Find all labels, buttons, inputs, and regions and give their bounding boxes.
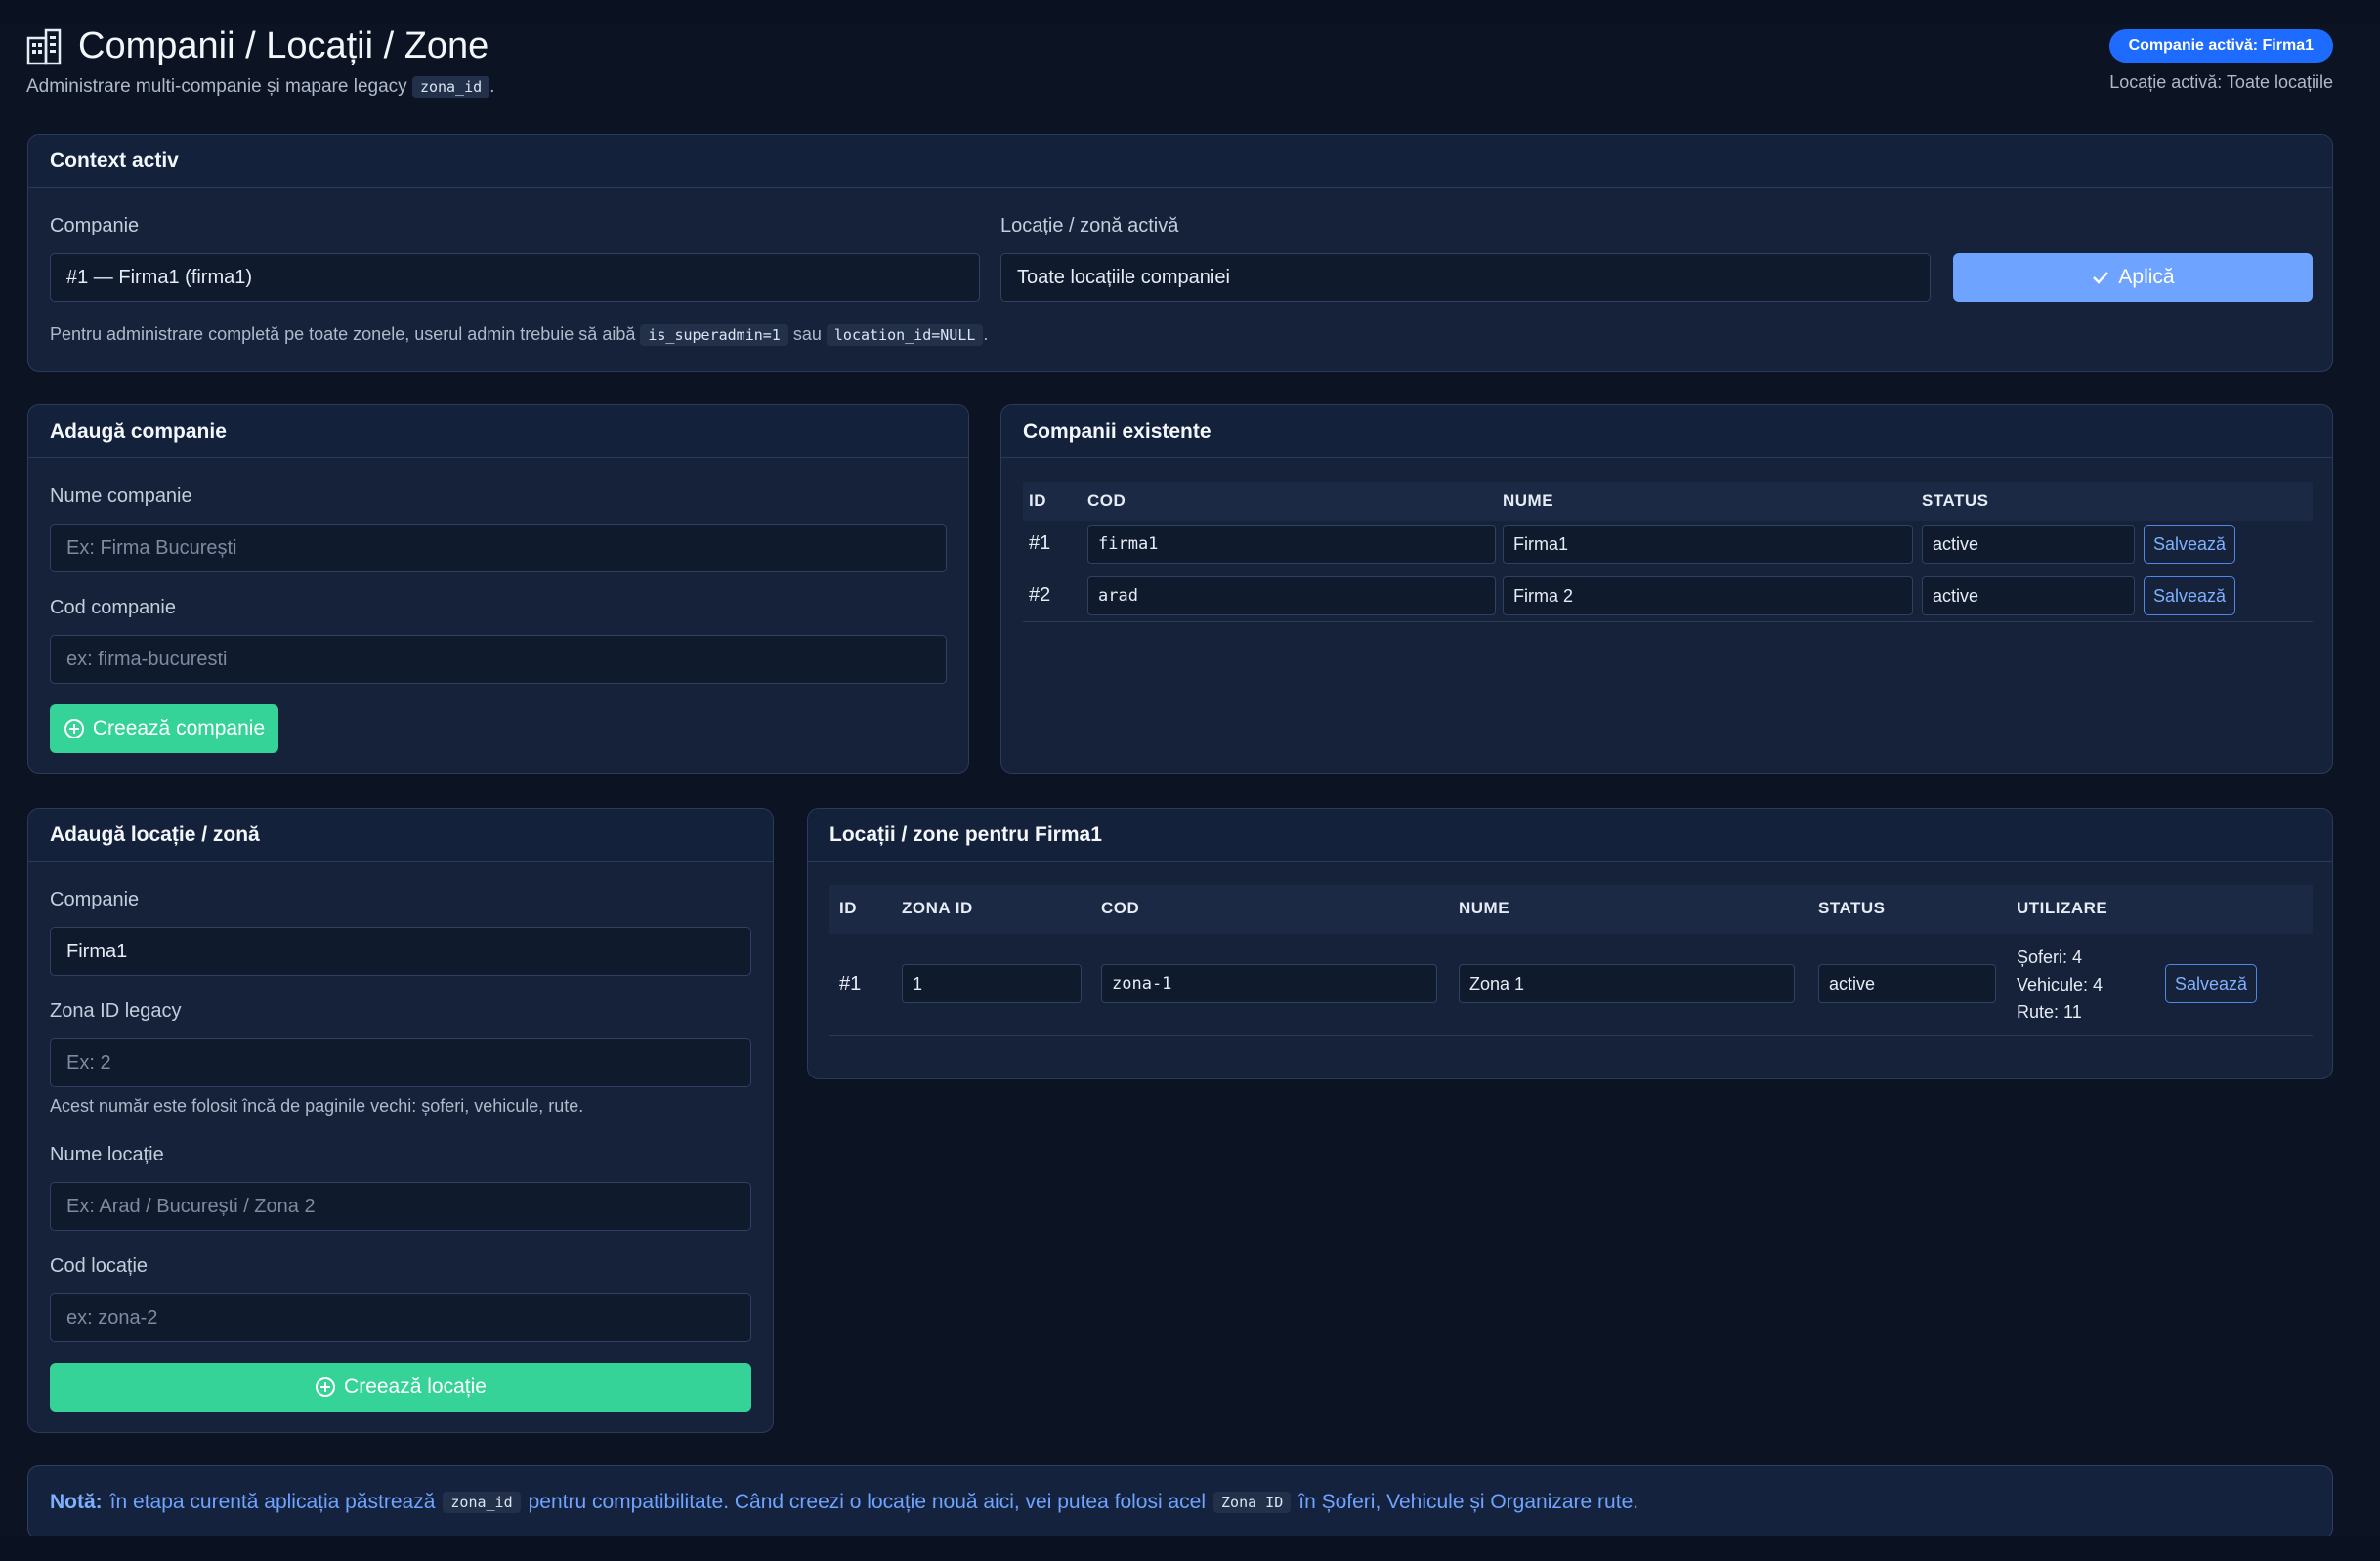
bottom-frame: [0, 1536, 2380, 1561]
companies-title: Companii existente: [1001, 405, 2332, 458]
location-usage: Șoferi: 4 Vehicule: 4 Rute: 11: [2017, 944, 2103, 1026]
companies-card: Companii existente ID COD NUME STATUS #1…: [1000, 404, 2333, 774]
company-nume-input[interactable]: Firma 2: [1503, 576, 1913, 615]
create-company-button[interactable]: Creează companie: [50, 704, 278, 753]
create-location-label: Creează locație: [344, 1375, 487, 1398]
usage-drivers: Șoferi: 4: [2017, 948, 2083, 967]
check-icon: [2093, 272, 2109, 284]
company-save-button[interactable]: Salvează: [2144, 576, 2235, 615]
company-name-label: Nume companie: [50, 485, 192, 507]
top-frame: [0, 0, 2380, 23]
create-location-button[interactable]: Creează locație: [50, 1363, 751, 1412]
location-code-label: Cod locație: [50, 1255, 149, 1277]
subtitle-text: Administrare multi-companie și mapare le…: [26, 76, 407, 97]
col-status: STATUS: [1922, 491, 1989, 510]
company-id: #1: [1029, 532, 1051, 554]
location-company-select[interactable]: Firma1: [50, 927, 751, 976]
note-text-1: în etapa curentă aplicația păstrează: [109, 1491, 436, 1513]
col-zona-id: ZONA ID: [902, 899, 973, 917]
location-cod-input[interactable]: zona-1: [1101, 964, 1437, 1003]
subtitle-code: zona_id: [411, 76, 490, 98]
building-icon: [26, 28, 62, 64]
company-name-input[interactable]: Ex: Firma București: [50, 524, 947, 572]
company-status-input[interactable]: active: [1922, 525, 2135, 564]
active-company-badge: Companie activă: Firma1: [2108, 29, 2333, 63]
hint-mid: sau: [792, 324, 822, 344]
context-location-label: Locație / zonă activă: [1000, 215, 1179, 236]
companies-table-header: ID COD NUME STATUS: [1023, 482, 2313, 521]
usage-vehicles: Vehicule: 4: [2017, 975, 2104, 994]
location-name-label: Nume locație: [50, 1144, 164, 1165]
context-location-select[interactable]: Toate locațiile companiei: [1000, 253, 1931, 302]
plus-circle-icon: [64, 719, 84, 738]
col-nume: NUME: [1459, 899, 1510, 917]
hint-text: Pentru administrare completă pe toate zo…: [50, 324, 636, 344]
page: Companii / Locații / Zone Administrare m…: [0, 0, 2380, 1561]
create-company-label: Creează companie: [92, 717, 266, 739]
context-company-label: Companie: [50, 215, 140, 236]
apply-button[interactable]: Aplică: [1953, 253, 2313, 302]
apply-label: Aplică: [2118, 266, 2175, 288]
col-cod: COD: [1087, 491, 1126, 510]
hint-code-location: location_id=NULL: [826, 324, 984, 346]
locations-table-header: ID ZONA ID COD NUME STATUS UTILIZARE: [829, 885, 2313, 934]
location-code-input[interactable]: ex: zona-2: [50, 1293, 751, 1342]
note-text-3: în Șoferi, Vehicule și Organizare rute.: [1298, 1491, 1639, 1513]
page-title: Companii / Locații / Zone: [25, 25, 489, 67]
locations-card: Locații / zone pentru Firma1 ID ZONA ID …: [807, 808, 2333, 1079]
context-card-title: Context activ: [28, 135, 2332, 188]
zona-id-label: Zona ID legacy: [50, 1000, 182, 1022]
location-status-input[interactable]: active: [1818, 964, 1996, 1003]
col-cod: COD: [1101, 899, 1140, 917]
company-cod-input[interactable]: arad: [1087, 576, 1496, 615]
col-utilizare: UTILIZARE: [2017, 899, 2108, 917]
add-company-title: Adaugă companie: [28, 405, 968, 458]
col-nume: NUME: [1503, 491, 1554, 510]
location-nume-input[interactable]: Zona 1: [1459, 964, 1795, 1003]
context-card: Context activ Companie #1 — Firma1 (firm…: [27, 134, 2333, 372]
company-code-input[interactable]: ex: firma-bucuresti: [50, 635, 947, 684]
note-code-zona-id: Zona ID: [1213, 1492, 1292, 1513]
col-id: ID: [1029, 491, 1046, 510]
add-location-card: Adaugă locație / zonă Companie Firma1 Zo…: [27, 808, 774, 1433]
location-save-button[interactable]: Salvează: [2165, 964, 2257, 1003]
add-location-title: Adaugă locație / zonă: [28, 809, 773, 862]
plus-circle-icon: [316, 1377, 336, 1397]
active-location-text: Locație activă: Toate locațiile: [2109, 72, 2333, 92]
hint-suffix: .: [983, 324, 989, 344]
note-code-zona: zona_id: [443, 1492, 521, 1513]
location-name-input[interactable]: Ex: Arad / București / Zona 2: [50, 1182, 751, 1231]
location-zona-id-input[interactable]: 1: [902, 964, 1082, 1003]
row-divider: [829, 1035, 2313, 1036]
location-company-label: Companie: [50, 889, 140, 910]
add-company-card: Adaugă companie Nume companie Ex: Firma …: [27, 404, 969, 774]
zona-id-input[interactable]: Ex: 2: [50, 1038, 751, 1087]
col-status: STATUS: [1818, 899, 1886, 917]
company-status-input[interactable]: active: [1922, 576, 2135, 615]
company-cod-input[interactable]: firma1: [1087, 525, 1496, 564]
company-save-button[interactable]: Salvează: [2144, 525, 2235, 564]
context-company-select[interactable]: #1 — Firma1 (firma1): [50, 253, 980, 302]
company-code-label: Cod companie: [50, 597, 176, 618]
page-title-text: Companii / Locații / Zone: [78, 25, 489, 66]
page-subtitle: Administrare multi-companie și mapare le…: [26, 76, 494, 98]
locations-title: Locații / zone pentru Firma1: [808, 809, 2332, 862]
usage-routes: Rute: 11: [2017, 1002, 2082, 1022]
company-id: #2: [1029, 584, 1051, 606]
note-text-2: pentru compatibilitate. Când creezi o lo…: [528, 1491, 1207, 1513]
context-hint: Pentru administrare completă pe toate zo…: [50, 324, 989, 346]
subtitle-suffix: .: [489, 76, 495, 97]
row-divider: [1023, 621, 2313, 622]
info-note: Notă: în etapa curentă aplicația păstrea…: [27, 1465, 2333, 1540]
col-id: ID: [839, 899, 857, 917]
company-nume-input[interactable]: Firma1: [1503, 525, 1913, 564]
hint-code-superadmin: is_superadmin=1: [640, 324, 788, 346]
zona-id-hint: Acest număr este folosit încă de paginil…: [50, 1096, 584, 1116]
note-bold: Notă:: [50, 1491, 103, 1513]
location-id: #1: [839, 973, 862, 994]
